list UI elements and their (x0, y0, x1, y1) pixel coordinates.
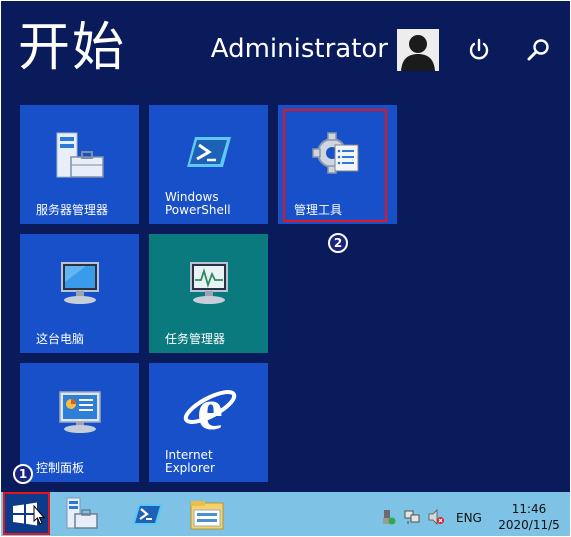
clock[interactable]: 11:46 2020/11/5 (496, 501, 562, 533)
powershell-icon (132, 504, 163, 525)
taskbar-server-manager-button[interactable] (61, 497, 101, 531)
taskbar: ENG 11:46 2020/11/5 (1, 492, 570, 536)
search-icon (527, 39, 549, 61)
volume-muted-icon[interactable] (428, 509, 444, 525)
step-badge-2: 2 (328, 233, 348, 253)
taskbar-file-explorer-button[interactable] (187, 497, 227, 531)
tile-server-manager[interactable]: 服务器管理器 (20, 105, 139, 224)
powershell-icon (187, 135, 231, 173)
tile-task-manager[interactable]: 任务管理器 (149, 234, 268, 353)
user-avatar-icon[interactable] (397, 29, 439, 71)
tile-label: 任务管理器 (165, 332, 226, 346)
start-screen: 开始 Administrator 服务器管理器 Windows PowerShe… (1, 1, 570, 492)
tile-label: 管理工具 (294, 203, 343, 217)
clock-date: 2020/11/5 (498, 518, 560, 532)
tile-label: Windows PowerShell (165, 190, 231, 217)
tile-label: 这台电脑 (36, 332, 85, 346)
power-icon (469, 38, 489, 60)
taskbar-powershell-button[interactable] (127, 497, 167, 531)
internet-explorer-icon: e (181, 377, 239, 443)
server-manager-icon (66, 497, 98, 529)
file-explorer-icon (190, 501, 224, 530)
svg-text:e: e (197, 383, 223, 439)
task-manager-icon (185, 260, 233, 310)
tile-this-pc[interactable]: 这台电脑 (20, 234, 139, 353)
power-button[interactable] (466, 37, 492, 63)
tile-administrative-tools[interactable]: 管理工具 (278, 105, 397, 224)
search-button[interactable] (526, 37, 552, 63)
start-button[interactable] (3, 493, 49, 534)
tile-label: 服务器管理器 (36, 203, 109, 217)
step-badge-1: 1 (13, 464, 33, 484)
user-name[interactable]: Administrator (211, 31, 388, 67)
windows-logo-icon (13, 502, 46, 526)
tile-control-panel[interactable]: 控制面板 (20, 363, 139, 482)
tile-label: 控制面板 (36, 461, 85, 475)
input-language-indicator[interactable]: ENG (456, 511, 482, 525)
clock-time: 11:46 (511, 502, 547, 516)
network-icon[interactable] (404, 509, 420, 525)
this-pc-icon (56, 260, 104, 310)
server-manager-icon (54, 131, 106, 187)
usb-device-icon[interactable] (380, 509, 396, 525)
administrative-tools-icon (312, 131, 362, 181)
tile-powershell[interactable]: Windows PowerShell (149, 105, 268, 224)
tile-label: Internet Explorer (165, 448, 215, 475)
page-title: 开始 (18, 18, 127, 78)
control-panel-icon (56, 389, 104, 439)
tile-internet-explorer[interactable]: e Internet Explorer (149, 363, 268, 482)
